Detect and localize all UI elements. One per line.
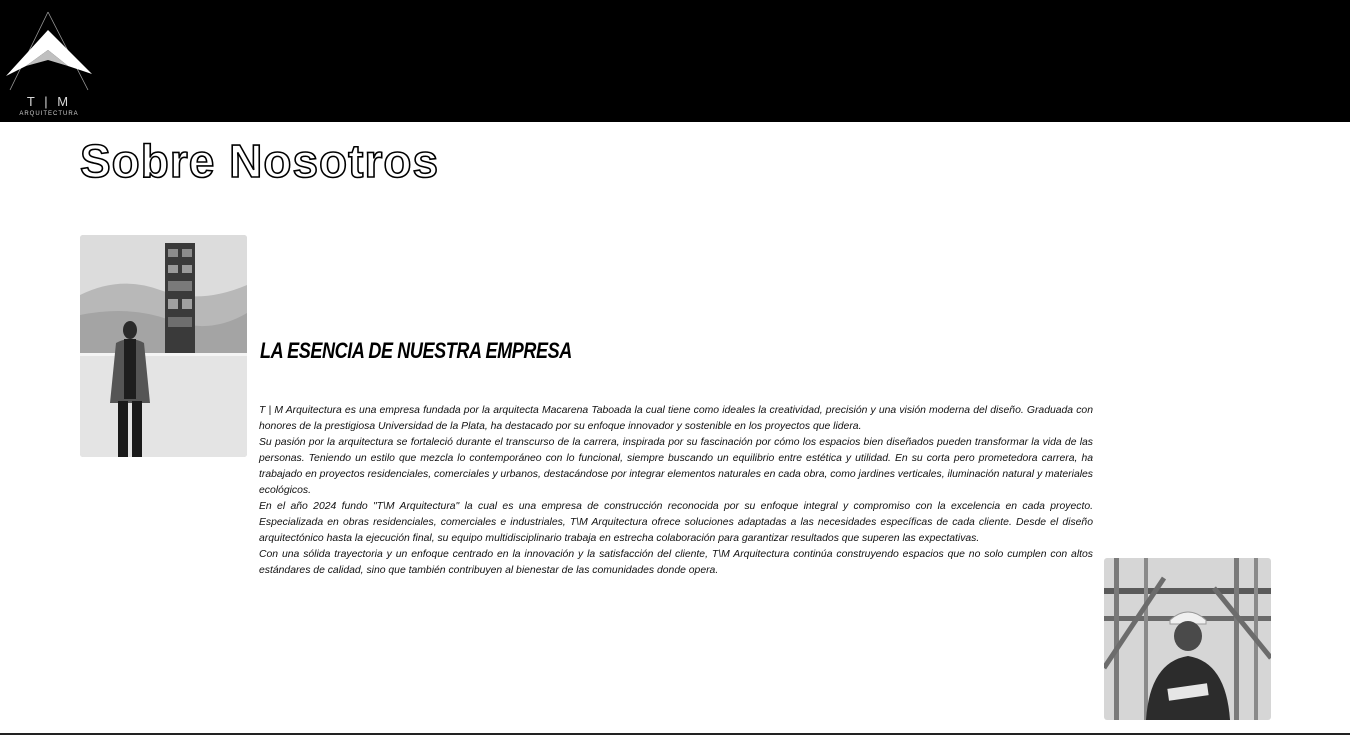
logo-subtitle: ARQUITECTURA <box>19 111 79 117</box>
about-paragraph: Con una sólida trayectoria y un enfoque … <box>259 549 1093 576</box>
company-logo[interactable]: T | M ARQUITECTURA <box>4 10 94 122</box>
about-text: T | M Arquitectura es una empresa fundad… <box>259 403 1093 579</box>
section-heading: LA ESENCIA DE NUESTRA EMPRESA <box>260 338 572 363</box>
logo-letters: T | M <box>26 94 72 109</box>
worker-photo <box>1104 558 1271 720</box>
page-title: Sobre Nosotros <box>79 134 440 188</box>
logo-triangle-icon <box>6 11 92 91</box>
about-paragraph: T | M Arquitectura es una empresa fundad… <box>259 405 1093 432</box>
header-bar: T | M ARQUITECTURA <box>0 0 1350 122</box>
founder-photo <box>80 235 247 457</box>
about-paragraph: Su pasión por la arquitectura se fortale… <box>259 437 1094 496</box>
about-paragraph: En el año 2024 fundo "T\M Arquitectura" … <box>259 501 1093 544</box>
